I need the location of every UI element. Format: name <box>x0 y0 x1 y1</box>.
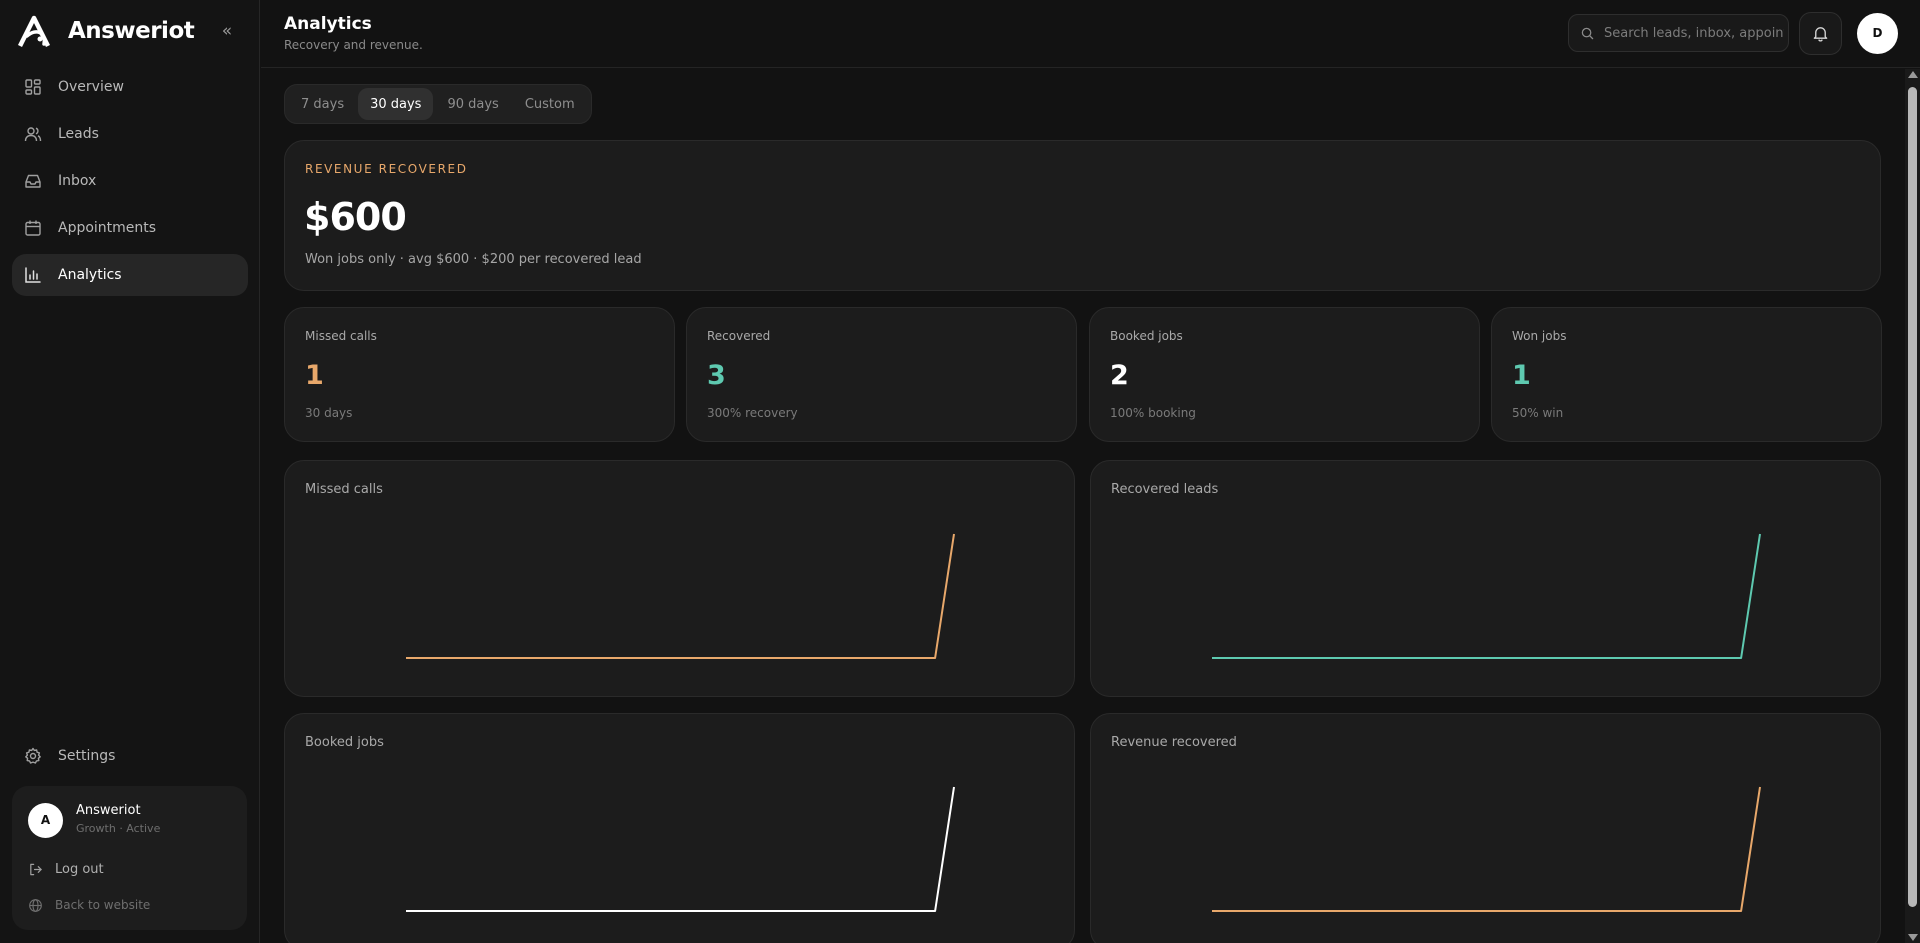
revenue-label: REVENUE RECOVERED <box>305 162 468 176</box>
globe-icon <box>29 898 42 912</box>
chart-card-booked-jobs: Booked jobs <box>284 713 1075 943</box>
stat-card-missed-calls: Missed calls 1 30 days <box>284 307 675 442</box>
account-name: Answeriot <box>76 803 141 818</box>
stat-value: 1 <box>305 360 324 391</box>
chart-card-revenue-recovered: Revenue recovered <box>1090 713 1881 943</box>
sidebar-item-analytics[interactable]: Analytics <box>12 254 248 296</box>
stat-value: 1 <box>1512 360 1531 391</box>
gear-icon <box>24 747 42 765</box>
back-to-website-label: Back to website <box>55 898 151 912</box>
series-line <box>1212 533 1761 659</box>
range-option-30-days[interactable]: 30 days <box>358 88 434 120</box>
sidebar-item-label: Inbox <box>58 173 97 189</box>
stat-label: Booked jobs <box>1110 329 1183 343</box>
range-option-custom[interactable]: Custom <box>513 88 587 120</box>
stat-value: 2 <box>1110 360 1129 391</box>
series-line <box>1212 786 1761 912</box>
account-card: A Answeriot Growth · Active Log out Back… <box>12 786 247 930</box>
sidebar-item-inbox[interactable]: Inbox <box>12 160 248 202</box>
brand[interactable]: Answeriot <box>18 14 195 48</box>
brand-name: Answeriot <box>68 18 195 44</box>
stat-label: Missed calls <box>305 329 377 343</box>
back-to-website-link[interactable]: Back to website <box>28 895 150 915</box>
stat-sub: 300% recovery <box>707 406 798 420</box>
logout-icon <box>30 863 42 875</box>
stat-label: Won jobs <box>1512 329 1567 343</box>
revenue-recovered-card: REVENUE RECOVERED $600 Won jobs only · a… <box>284 140 1881 291</box>
revenue-value: $600 <box>304 195 407 239</box>
scroll-thumb[interactable] <box>1908 87 1917 907</box>
stat-label: Recovered <box>707 329 771 343</box>
sidebar-item-overview[interactable]: Overview <box>12 66 248 108</box>
collapse-sidebar-button[interactable]: « <box>216 20 238 42</box>
page-title: Analytics <box>284 14 372 34</box>
answeriot-logo-icon <box>18 15 51 48</box>
top-header: Analytics Recovery and revenue. D <box>261 0 1920 68</box>
series-line <box>406 533 955 659</box>
bell-icon <box>1813 27 1828 42</box>
notifications-button[interactable] <box>1799 12 1842 55</box>
logout-button[interactable]: Log out <box>28 859 104 879</box>
users-icon <box>24 125 42 143</box>
sidebar-nav: Overview Leads Inbox Appointments Analyt… <box>12 66 248 301</box>
calendar-icon <box>24 219 42 237</box>
sidebar-item-leads[interactable]: Leads <box>12 113 248 155</box>
recovered-leads-chart <box>1212 533 1761 659</box>
page-scrollbar[interactable] <box>1905 69 1920 943</box>
scroll-up-arrow-icon[interactable] <box>1908 71 1918 78</box>
chart-card-recovered-leads: Recovered leads <box>1090 460 1881 697</box>
page-subtitle: Recovery and revenue. <box>284 38 423 52</box>
sidebar-item-appointments[interactable]: Appointments <box>12 207 248 249</box>
stat-sub: 100% booking <box>1110 406 1196 420</box>
bar-chart-icon <box>24 266 42 284</box>
revenue-description: Won jobs only · avg $600 · $200 per reco… <box>305 252 642 267</box>
sidebar-item-settings[interactable]: Settings <box>12 735 248 777</box>
chart-card-missed-calls: Missed calls <box>284 460 1075 697</box>
scroll-down-arrow-icon[interactable] <box>1908 934 1918 941</box>
sidebar-item-label: Overview <box>58 79 124 95</box>
stat-card-booked-jobs: Booked jobs 2 100% booking <box>1089 307 1480 442</box>
sidebar-item-label: Leads <box>58 126 99 142</box>
revenue-recovered-chart <box>1212 786 1761 912</box>
sidebar-item-label: Appointments <box>58 220 157 236</box>
range-option-7-days[interactable]: 7 days <box>289 88 356 120</box>
booked-jobs-chart <box>406 786 955 912</box>
missed-calls-chart <box>406 533 955 659</box>
search-input[interactable] <box>1604 25 1784 41</box>
settings-label: Settings <box>58 748 116 764</box>
logout-label: Log out <box>55 861 104 877</box>
stat-sub: 50% win <box>1512 406 1564 420</box>
series-line <box>406 786 955 912</box>
sidebar: Answeriot « Overview Leads Inbox Appoint <box>0 0 260 943</box>
account-plan: Growth · Active <box>76 822 161 835</box>
sidebar-item-label: Analytics <box>58 267 122 283</box>
main-content: 7 days 30 days 90 days Custom REVENUE RE… <box>261 69 1901 943</box>
search-icon <box>1581 27 1594 39</box>
grid-icon <box>24 78 42 96</box>
account-avatar[interactable]: A <box>28 803 63 838</box>
range-option-90-days[interactable]: 90 days <box>435 88 510 120</box>
search-box[interactable] <box>1568 14 1789 52</box>
stat-card-recovered: Recovered 3 300% recovery <box>686 307 1077 442</box>
date-range-selector: 7 days 30 days 90 days Custom <box>284 84 592 124</box>
stat-sub: 30 days <box>305 406 353 420</box>
stat-card-won-jobs: Won jobs 1 50% win <box>1491 307 1882 442</box>
stat-value: 3 <box>707 360 726 391</box>
inbox-icon <box>24 172 42 190</box>
user-avatar[interactable]: D <box>1857 13 1898 54</box>
